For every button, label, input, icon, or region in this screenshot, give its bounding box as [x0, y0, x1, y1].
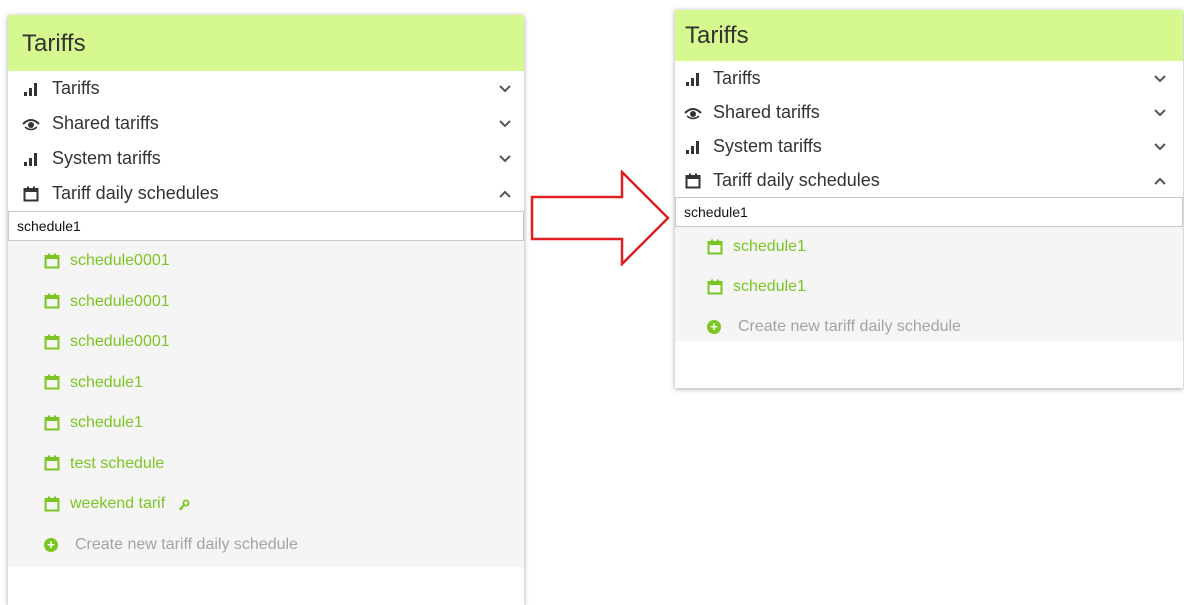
- plus-circle-icon: +: [707, 320, 721, 334]
- menu-item-tariff-daily-schedules[interactable]: Tariff daily schedules: [675, 163, 1183, 197]
- list-item[interactable]: schedule1: [675, 227, 1183, 267]
- calendar-icon: [44, 444, 60, 484]
- menu-item-label: Shared tariffs: [52, 113, 159, 133]
- calendar-icon: [44, 322, 60, 362]
- panel-title: Tariffs: [8, 15, 524, 71]
- chevron-down-icon[interactable]: [496, 71, 514, 106]
- create-schedule-label: Create new tariff daily schedule: [75, 535, 298, 553]
- menu-item-shared-tariffs[interactable]: Shared tariffs: [675, 95, 1183, 129]
- list-item-label: schedule1: [733, 238, 806, 255]
- search-input[interactable]: [17, 212, 515, 240]
- calendar-icon: [44, 241, 60, 281]
- list-item[interactable]: test schedule: [8, 444, 524, 485]
- chevron-down-icon[interactable]: [496, 141, 514, 176]
- bar-chart-icon: [20, 141, 42, 176]
- calendar-icon: [682, 163, 704, 197]
- menu-item-system-tariffs[interactable]: System tariffs: [8, 141, 524, 176]
- panel-title: Tariffs: [675, 10, 1183, 61]
- arrow-right-icon: [530, 170, 670, 266]
- list-item[interactable]: schedule0001: [8, 322, 524, 363]
- create-schedule-button[interactable]: + Create new tariff daily schedule: [8, 525, 524, 565]
- chevron-down-icon[interactable]: [1151, 129, 1169, 163]
- menu-item-tariffs[interactable]: Tariffs: [675, 61, 1183, 95]
- list-item-label: schedule0001: [70, 333, 170, 350]
- calendar-icon: [707, 227, 723, 267]
- list-item-label: schedule1: [70, 373, 143, 391]
- list-item-label: test schedule: [70, 454, 165, 472]
- search-results-list: schedule0001 schedule0001 schedule0001 s…: [8, 241, 524, 567]
- menu-item-label: Shared tariffs: [713, 102, 820, 122]
- schedule-search-box: [675, 197, 1183, 227]
- search-results-list: schedule1 schedule1 + Create new tariff …: [675, 227, 1183, 341]
- list-item-label: schedule0001: [70, 252, 170, 269]
- bar-chart-icon: [682, 61, 704, 95]
- list-item-label: schedule1: [70, 414, 143, 431]
- chevron-up-icon[interactable]: [496, 176, 514, 211]
- menu-item-system-tariffs[interactable]: System tariffs: [675, 129, 1183, 163]
- create-schedule-button[interactable]: + Create new tariff daily schedule: [675, 307, 1183, 347]
- schedule-search-box: [8, 211, 524, 241]
- calendar-icon: [44, 484, 60, 524]
- list-item[interactable]: schedule0001: [8, 241, 524, 282]
- eye-icon: [682, 95, 704, 129]
- list-item-label: schedule0001: [70, 292, 170, 310]
- calendar-icon: [44, 282, 60, 322]
- plus-circle-icon: +: [44, 537, 58, 552]
- calendar-icon: [707, 267, 723, 307]
- calendar-icon: [44, 403, 60, 443]
- key-icon: [178, 496, 190, 511]
- list-item[interactable]: schedule0001: [8, 282, 524, 323]
- chevron-down-icon[interactable]: [1151, 61, 1169, 95]
- bar-chart-icon: [20, 71, 42, 106]
- menu-item-label: System tariffs: [713, 136, 822, 156]
- create-schedule-label: Create new tariff daily schedule: [738, 318, 961, 335]
- menu-item-label: Tariffs: [713, 68, 761, 88]
- menu-item-label: Tariff daily schedules: [713, 170, 880, 190]
- list-item[interactable]: schedule1: [8, 363, 524, 404]
- list-item[interactable]: schedule1: [8, 403, 524, 444]
- chevron-down-icon[interactable]: [496, 106, 514, 141]
- bar-chart-icon: [682, 129, 704, 163]
- list-item[interactable]: schedule1: [675, 267, 1183, 307]
- menu-item-label: Tariff daily schedules: [52, 183, 219, 203]
- calendar-icon: [20, 176, 42, 211]
- menu-item-shared-tariffs[interactable]: Shared tariffs: [8, 106, 524, 141]
- chevron-up-icon[interactable]: [1151, 163, 1169, 197]
- tariffs-panel-before: Tariffs Tariffs Shared tariffs System ta…: [8, 15, 524, 605]
- calendar-icon: [44, 363, 60, 403]
- menu-item-tariffs[interactable]: Tariffs: [8, 71, 524, 106]
- chevron-down-icon[interactable]: [1151, 95, 1169, 129]
- menu-item-label: System tariffs: [52, 148, 161, 168]
- tariffs-panel-after: Tariffs Tariffs Shared tariffs System ta…: [675, 10, 1183, 388]
- menu-item-label: Tariffs: [52, 78, 100, 98]
- list-item-label: weekend tarif: [70, 495, 166, 512]
- list-item-label: schedule1: [733, 278, 806, 295]
- list-item[interactable]: weekend tarif: [8, 484, 524, 525]
- eye-icon: [20, 106, 42, 141]
- menu-item-tariff-daily-schedules[interactable]: Tariff daily schedules: [8, 176, 524, 211]
- search-input[interactable]: [684, 198, 1174, 226]
